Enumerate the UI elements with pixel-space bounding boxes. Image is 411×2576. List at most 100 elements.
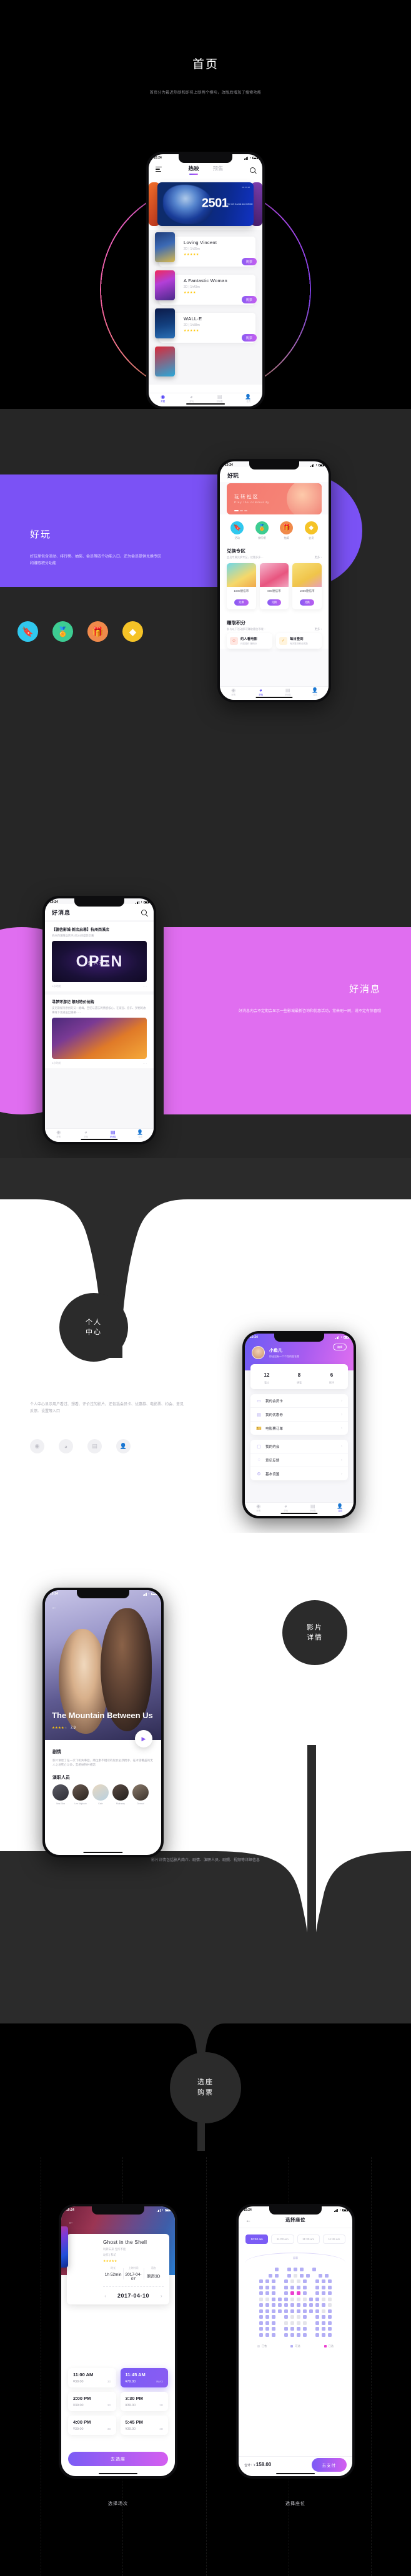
tabbar-item-haowan[interactable]: ◕ 好玩 [177,394,206,403]
seat-available[interactable] [271,2297,276,2301]
seat-available[interactable] [265,2303,270,2307]
seat-available[interactable] [271,2321,276,2325]
seat-available[interactable] [302,2309,307,2313]
seat-available[interactable] [271,2333,276,2337]
movie-row[interactable]: WALL·E 2D | 1h38m ★★★★★ 购票 [149,308,262,347]
time-chip[interactable]: 11:00 am [271,2234,294,2244]
tabbar-item-haokan[interactable]: ◉ 好看 [149,394,177,403]
pay-button[interactable]: 去支付 [311,2457,347,2472]
seat-available[interactable] [309,2297,314,2301]
seat-available[interactable] [277,2297,282,2301]
goods-card[interactable]: 800德信币 兑换 [259,563,289,609]
seat-available[interactable] [315,2321,320,2325]
seat-available[interactable] [290,2303,295,2307]
exchange-button[interactable]: 兑换 [267,599,282,606]
tabbar-item-member[interactable]: 👤 会员 [327,1503,354,1513]
seat-available[interactable] [321,2303,326,2307]
seat-available[interactable] [327,2309,332,2313]
seat-available[interactable] [259,2309,264,2313]
banner-carousel[interactable]: 06.XX.18 2501 The net is vast and infini… [149,179,262,230]
seat-available[interactable] [259,2333,264,2337]
movie-row[interactable]: A Fantastic Woman 2D | 1h43m ★★★★ 购票 [149,270,262,308]
seat-available[interactable] [259,2285,264,2289]
showtime-slot[interactable]: 4:00 PM ¥39.00 3D [68,2416,116,2435]
tabbar-item-haokan[interactable]: ◉ 好看 [220,687,247,697]
tabbar-item-haoxiaoxi[interactable]: ▤ 好消息 [206,394,234,403]
news-card[interactable]: 寻梦环游记 限时特价抢购 皮克斯保持原创的又一巅峰。回忆与遗忘的情感核心，在家园… [45,995,154,1069]
seat-available[interactable] [284,2327,289,2331]
crew-member[interactable]: Lee Majdoub [72,1784,89,1805]
tab-hot[interactable]: 热映 [188,165,199,175]
carousel-dots[interactable] [234,510,247,511]
seat-available[interactable] [302,2279,307,2283]
crew-member[interactable]: Kate [92,1784,109,1805]
seat-available[interactable] [290,2327,295,2331]
seat-available[interactable] [259,2321,264,2325]
tabbar-item-haowan[interactable]: ◕ 好玩 [72,1129,100,1139]
seat-available[interactable] [309,2303,314,2307]
seat-available[interactable] [265,2327,270,2331]
time-chip-selected[interactable]: 10:30 am [245,2234,269,2244]
seat-available[interactable] [277,2303,282,2307]
seat-available[interactable] [277,2309,282,2313]
seat-available[interactable] [296,2285,301,2289]
tabbar-item-haowan[interactable]: ◕ 好玩 [247,687,275,697]
seat-available[interactable] [265,2285,270,2289]
seat-available[interactable] [321,2279,326,2283]
movie-row[interactable]: Loving Vincent 2D | 1h35m ★★★★★ 购票 [149,232,262,270]
goods-card[interactable]: 1000德信币 兑换 [292,563,322,609]
showtime-slot-selected[interactable]: 11:45 AM ¥79.00 IMAX [120,2368,168,2387]
seat-available[interactable] [271,2309,276,2313]
menu-item-coupons[interactable]: ▤ 我的优惠券 › [250,1408,348,1422]
menu-item-settings[interactable]: ⚙ 基本设置 › [250,1467,348,1480]
seat-available[interactable] [259,2303,264,2307]
seat-selected[interactable] [296,2291,301,2295]
activity-card[interactable]: ✓ 每日签到 每天签到积分奖励 [276,633,322,649]
seat-available[interactable] [274,2273,279,2278]
seat-available[interactable] [284,2315,289,2319]
exchange-button[interactable]: 兑换 [300,599,314,606]
community-banner[interactable]: 玩转社区 Play the community [227,483,322,514]
seat-available[interactable] [265,2309,270,2313]
quick-entry-member[interactable]: ◆ 会员 [304,521,318,540]
seat-available[interactable] [327,2291,332,2295]
showtime-slot[interactable]: 2:00 PM ¥39.00 3D [68,2392,116,2411]
tabbar-item-member[interactable]: 👤 会员 [302,687,329,697]
seat-available[interactable] [321,2285,326,2289]
seat-available[interactable] [315,2315,320,2319]
seat-available[interactable] [271,2315,276,2319]
seat-available[interactable] [287,2273,292,2278]
activity-card[interactable]: ☺ 约人看电影 约定邀约 赚积分 [227,633,272,649]
seat-available[interactable] [305,2273,310,2278]
next-date-icon[interactable]: › [161,2293,162,2299]
seat-available[interactable] [274,2268,279,2271]
buy-ticket-button[interactable]: 购票 [241,296,257,303]
seat-available[interactable] [296,2327,301,2331]
seat-available[interactable] [321,2333,326,2337]
crew-member[interactable]: Idris Elba [52,1784,69,1805]
seat-available[interactable] [265,2321,270,2325]
seat-available[interactable] [271,2279,276,2283]
seat-available[interactable] [327,2279,332,2283]
play-trailer-button[interactable]: ▶ [135,1730,152,1748]
seat-available[interactable] [290,2309,295,2313]
news-card[interactable]: 【德信影城·新店启幕】杭州西溪店 杭州西溪精品店于2月24日盛装启幕 OPEN … [45,922,154,992]
seat-available[interactable] [271,2285,276,2289]
tabbar-item-member[interactable]: 👤 会员 [127,1129,154,1139]
menu-item-membercard[interactable]: ▭ 我的会员卡 › [250,1394,348,1408]
seat-available[interactable] [321,2327,326,2331]
seat-available[interactable] [315,2285,320,2289]
showtime-slot[interactable]: 5:45 PM ¥39.00 3D [120,2416,168,2435]
seat-available[interactable] [327,2315,332,2319]
tabbar-item-haoxiaoxi[interactable]: ▤ 好消息 [274,687,302,697]
seat-available[interactable] [327,2327,332,2331]
back-icon[interactable]: ← [51,1604,57,1610]
crew-member[interactable]: Mulroney [112,1784,129,1805]
menu-icon[interactable] [156,167,162,173]
more-options-icon[interactable]: · · · [143,985,147,988]
seat-available[interactable] [312,2268,317,2271]
seat-available[interactable] [299,2273,304,2278]
seat-available[interactable] [259,2291,264,2295]
seat-available[interactable] [265,2333,270,2337]
seat-map[interactable] [239,2263,352,2337]
